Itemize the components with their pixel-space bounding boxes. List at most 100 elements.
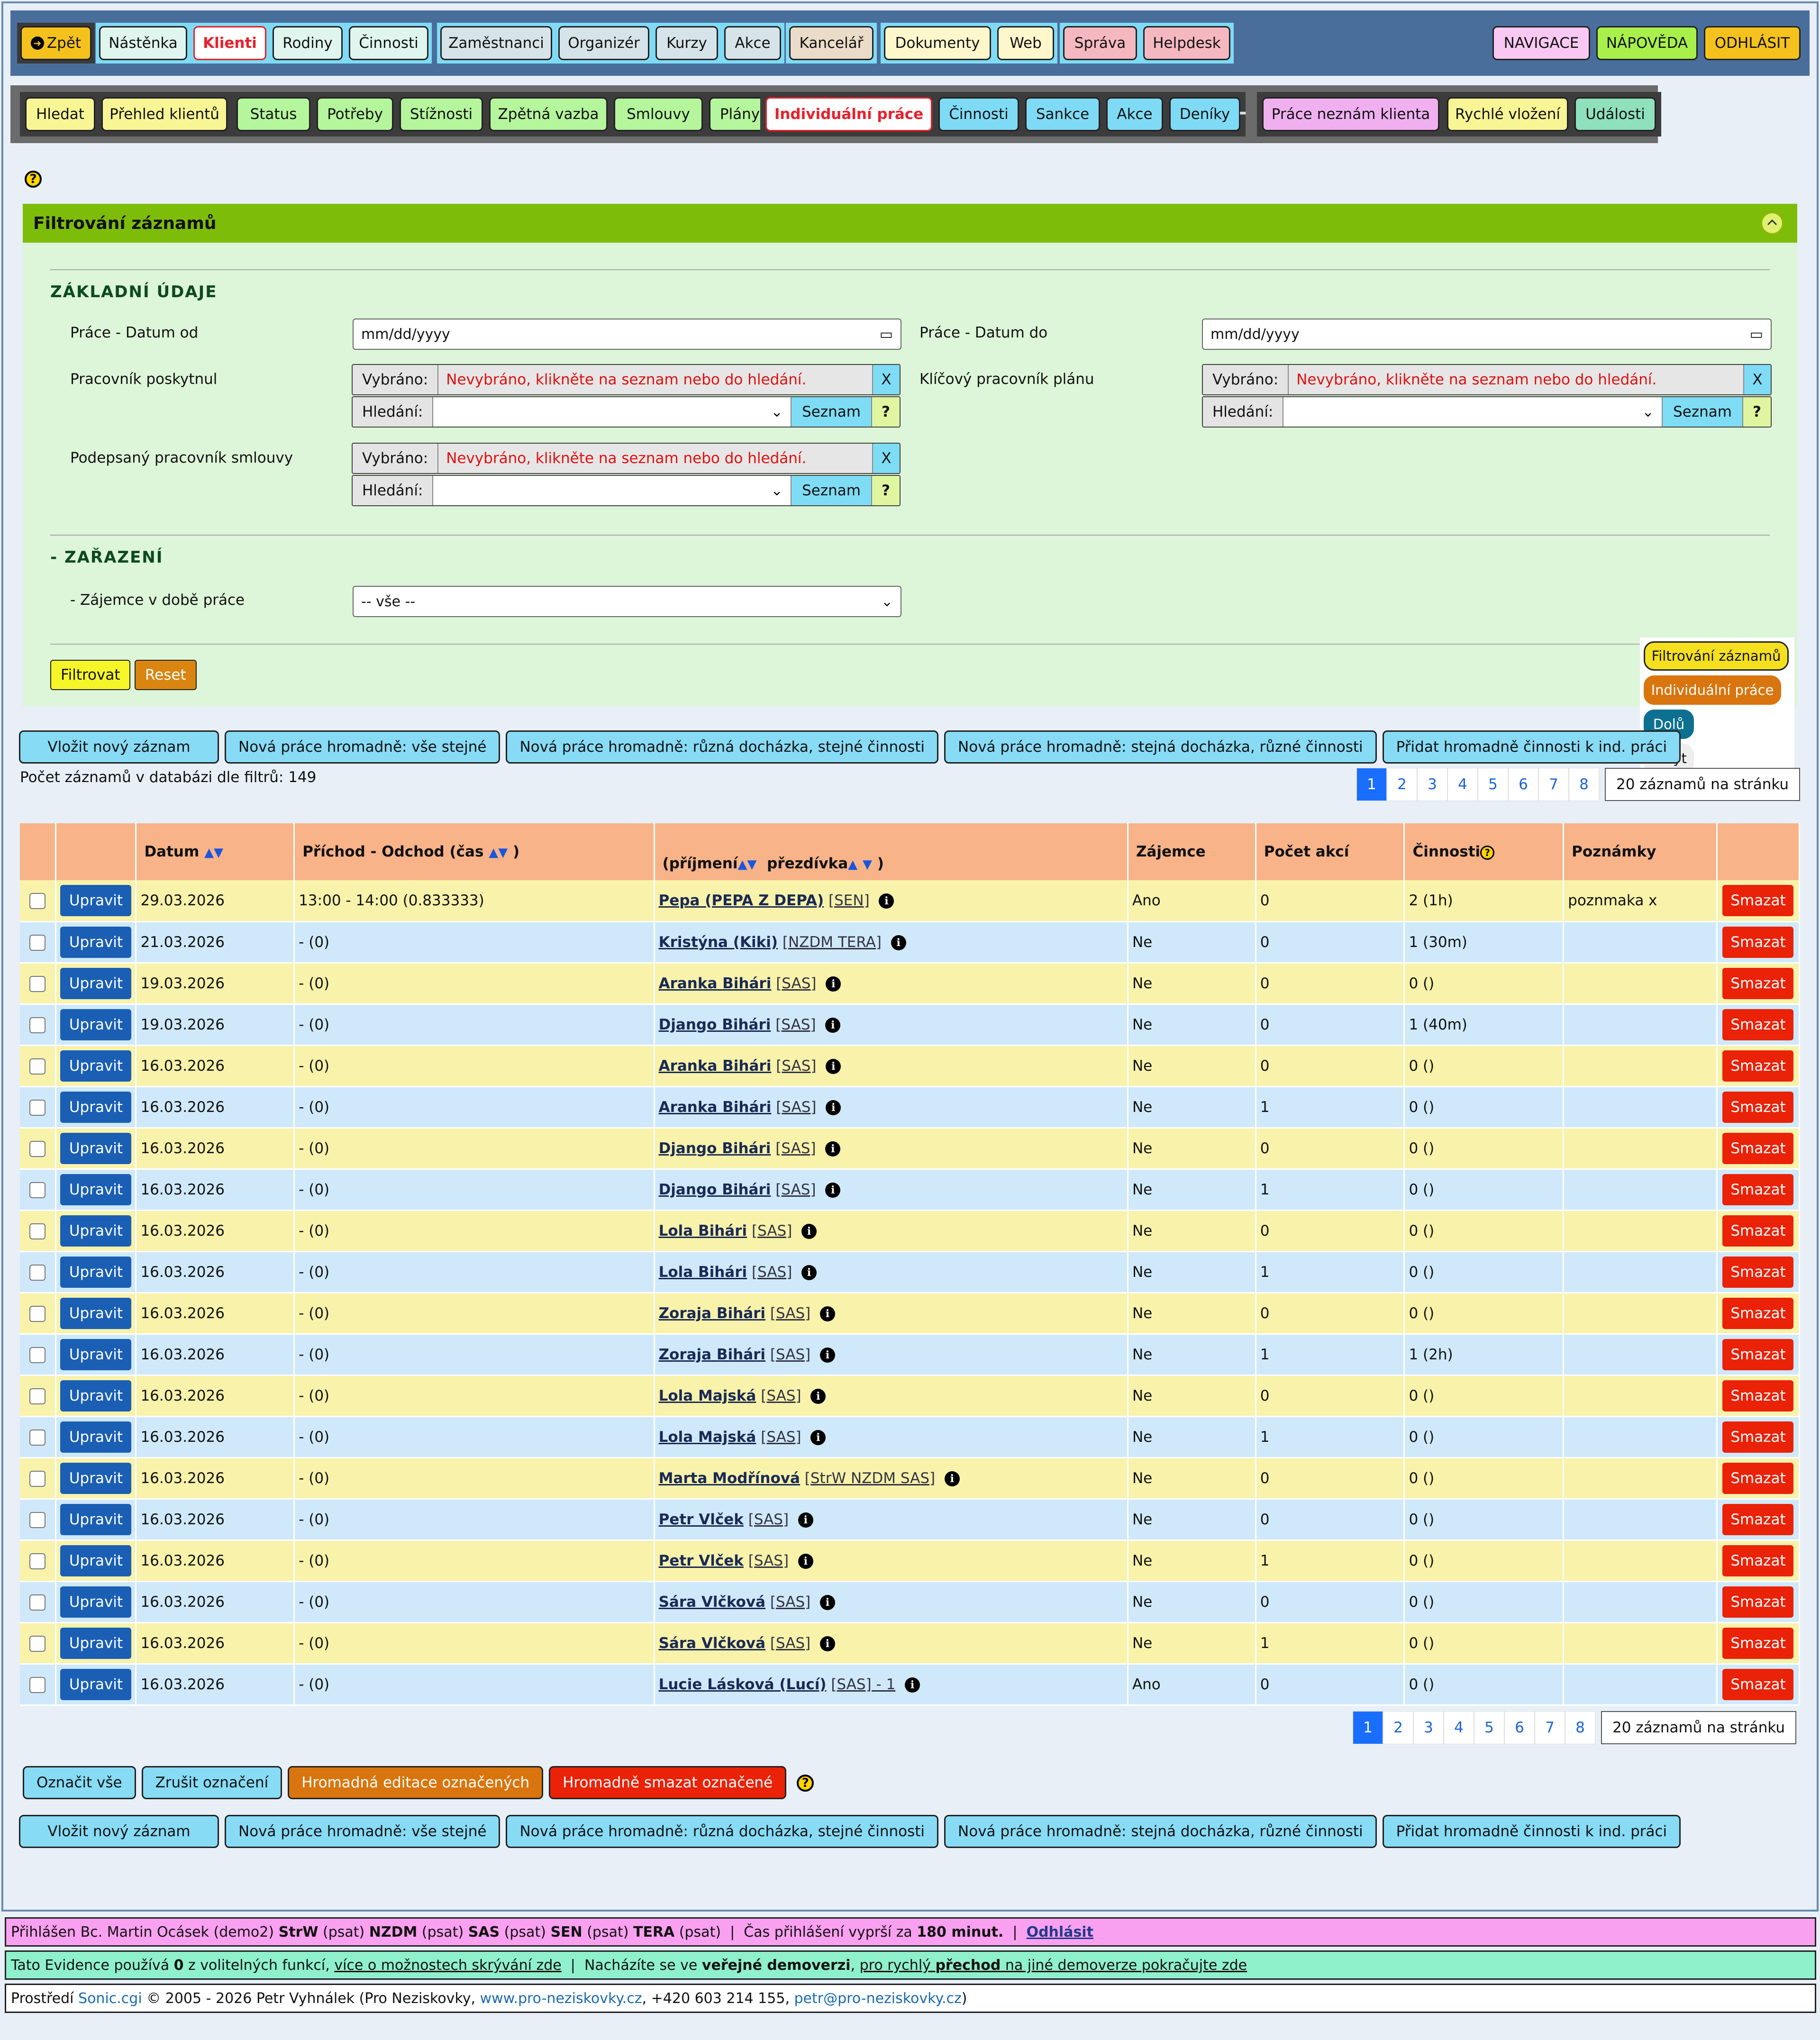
page-6[interactable]: 6 [1504,1711,1535,1744]
edit-button[interactable]: Upravit [60,1174,132,1205]
row-checkbox[interactable] [29,1676,46,1693]
subnav-status[interactable]: Status [237,97,310,131]
delete-button[interactable]: Smazat [1722,967,1794,999]
edit-button[interactable]: Upravit [60,967,132,999]
row-checkbox[interactable] [29,1182,46,1198]
row-checkbox[interactable] [29,975,46,992]
bulk-diff-activities-button[interactable]: Nová práce hromadně: stejná docházka, rů… [944,730,1377,764]
sort-desc-icon[interactable]: ▼ [214,846,223,860]
delete-button[interactable]: Smazat [1722,1091,1794,1123]
web-link[interactable]: www.pro-neziskovky.cz [480,1990,642,2007]
delete-button[interactable]: Smazat [1722,884,1794,916]
delete-button[interactable]: Smazat [1722,1132,1794,1164]
row-checkbox[interactable] [29,893,46,909]
info-icon[interactable]: i [798,1512,813,1528]
row-checkbox[interactable] [29,1512,46,1528]
edit-button[interactable]: Upravit [60,1050,132,1082]
delete-button[interactable]: Smazat [1722,1174,1794,1205]
info-icon[interactable]: i [819,1636,835,1651]
edit-button[interactable]: Upravit [60,1668,132,1700]
delete-button[interactable]: Smazat [1722,1297,1794,1329]
select-all-button[interactable]: Označit vše [23,1766,136,1799]
edit-button[interactable]: Upravit [60,1503,132,1535]
delete-button[interactable]: Smazat [1722,1380,1794,1412]
float-individualni[interactable]: Individuální práce [1644,675,1781,705]
info-icon[interactable]: i [810,1389,826,1404]
row-checkbox[interactable] [29,1305,46,1322]
list-button[interactable]: Seznam [791,397,871,427]
worker-search-select[interactable]: ⌄ [433,397,791,427]
nav-zamestnanci[interactable]: Zaměstnanci [440,26,552,60]
sort-asc-icon[interactable]: ▲ [848,857,857,872]
info-icon[interactable]: i [819,1595,835,1610]
filter-button[interactable]: Filtrovat [50,660,131,690]
info-icon[interactable]: i [801,1265,817,1280]
float-filtrovani[interactable]: Filtrování záznamů [1644,641,1789,671]
info-icon[interactable]: i [819,1348,835,1363]
info-icon[interactable]: i [891,935,906,950]
subnav-stiznosti[interactable]: Stížnosti [400,97,483,131]
page-2[interactable]: 2 [1387,768,1417,801]
date-from-input[interactable]: mm/dd/yyyy ▭ [353,319,901,350]
info-icon[interactable]: i [879,893,894,909]
client-link[interactable]: Django Bihári [659,1016,771,1033]
client-link[interactable]: Lucie Lásková (Lucí) [659,1676,827,1693]
bulk-add-activities-button[interactable]: Přidat hromadně činnosti k ind. práci [1382,1815,1681,1848]
deselect-button[interactable]: Zrušit označení [141,1766,282,1799]
row-checkbox[interactable] [29,1264,46,1281]
page-6[interactable]: 6 [1508,768,1538,801]
subnav-prehled[interactable]: Přehled klientů [101,97,228,131]
info-icon[interactable]: i [825,1183,841,1198]
page-4[interactable]: 4 [1444,1711,1474,1744]
per-page-select[interactable]: 20 záznamů na stránku [1601,1711,1797,1744]
row-checkbox[interactable] [29,1347,46,1363]
row-checkbox[interactable] [29,1594,46,1611]
nav-helpdesk[interactable]: Helpdesk [1143,26,1230,60]
bulk-diff-attendance-button[interactable]: Nová práce hromadně: různá docházka, ste… [506,730,939,764]
row-checkbox[interactable] [29,1058,46,1075]
edit-button[interactable]: Upravit [60,884,132,916]
client-link[interactable]: Aranka Bihári [659,1099,772,1116]
edit-button[interactable]: Upravit [60,1339,132,1370]
nav-organizer[interactable]: Organizér [558,26,649,60]
page-8[interactable]: 8 [1565,1711,1595,1744]
navigace-button[interactable]: NAVIGACE [1492,26,1590,60]
client-link[interactable]: Django Bihári [659,1181,771,1198]
row-checkbox[interactable] [29,1017,46,1033]
clear-button[interactable]: X [872,444,900,473]
row-checkbox[interactable] [29,1223,46,1239]
edit-button[interactable]: Upravit [60,1256,132,1288]
client-link[interactable]: Aranka Bihári [659,1057,772,1075]
info-icon[interactable]: i [944,1471,960,1486]
bulk-diff-activities-button[interactable]: Nová práce hromadně: stejná docházka, rů… [944,1815,1377,1848]
delete-button[interactable]: Smazat [1722,1050,1794,1082]
bulk-delete-button[interactable]: Hromadně smazat označené [549,1766,787,1799]
page-5[interactable]: 5 [1474,1711,1504,1744]
delete-button[interactable]: Smazat [1722,1256,1794,1288]
date-to-input[interactable]: mm/dd/yyyy ▭ [1202,319,1772,350]
client-link[interactable]: Lola Bihári [659,1222,747,1239]
subnav-potreby[interactable]: Potřeby [317,97,393,131]
edit-button[interactable]: Upravit [60,1009,132,1040]
sonic-link[interactable]: Sonic.cgi [78,1990,142,2007]
client-link[interactable]: Marta Modřínová [659,1470,800,1487]
edit-button[interactable]: Upravit [60,1091,132,1123]
info-icon[interactable]: i [825,1141,841,1157]
nav-nastenka[interactable]: Nástěnka [99,26,187,60]
help-icon[interactable]: ? [1480,845,1495,860]
sort-desc-icon[interactable]: ▼ [863,857,872,872]
subnav-prace-neznam[interactable]: Práce neznám klienta [1262,97,1439,131]
delete-button[interactable]: Smazat [1722,1421,1794,1453]
subnav-smlouvy[interactable]: Smlouvy [614,97,703,131]
info-icon[interactable]: i [825,1018,841,1033]
nav-kurzy[interactable]: Kurzy [655,26,718,60]
edit-button[interactable]: Upravit [60,1627,132,1659]
delete-button[interactable]: Smazat [1722,1339,1794,1370]
subnav-zpetna-vazba[interactable]: Zpětná vazba [489,97,608,131]
clear-button[interactable]: X [872,365,900,394]
info-icon[interactable]: i [801,1224,817,1239]
collapse-icon[interactable] [1761,212,1783,234]
client-link[interactable]: Zoraja Bihári [659,1305,765,1322]
per-page-select[interactable]: 20 záznamů na stránku [1605,768,1801,801]
odhlasit-button[interactable]: ODHLÁSIT [1704,26,1801,60]
